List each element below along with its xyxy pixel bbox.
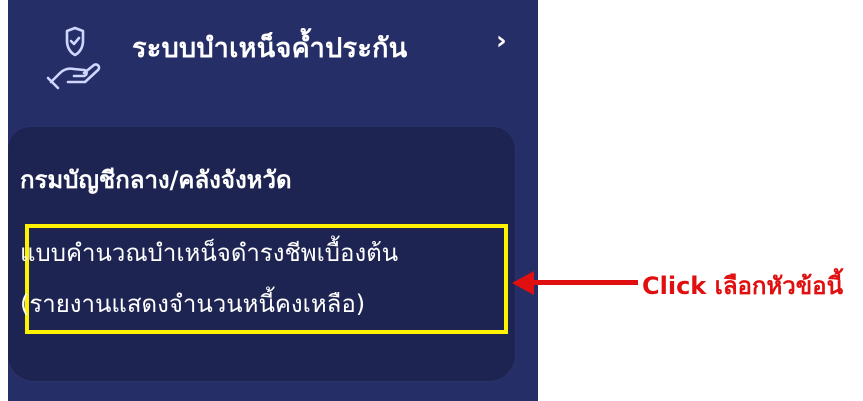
- menu-title: ระบบบำเหน็จค้ำประกัน: [132, 33, 408, 64]
- hand-shield-icon: [46, 26, 101, 90]
- annotation-text: Click เลือกหัวข้อนี้: [642, 272, 843, 300]
- screen: ระบบบำเหน็จค้ำประกัน › กรมบัญชีกลาง/คลัง…: [0, 0, 863, 401]
- chevron-right-icon[interactable]: ›: [496, 28, 507, 54]
- submenu-item-label-line1: แบบคำนวณบำเหน็จดำรงชีพเบื้องต้น: [20, 239, 399, 267]
- arrow-shaft: [532, 280, 638, 285]
- arrow-left-icon: [512, 271, 534, 295]
- submenu-item-label-line2: (รายงานแสดงจำนวนหนี้คงเหลือ): [20, 290, 366, 318]
- click-annotation: Click เลือกหัวข้อนี้: [512, 262, 861, 302]
- sidebar-menu-item-guarantee-pension[interactable]: ระบบบำเหน็จค้ำประกัน ›: [8, 0, 538, 112]
- submenu-heading: กรมบัญชีกลาง/คลังจังหวัด: [20, 166, 292, 194]
- sidebar: ระบบบำเหน็จค้ำประกัน › กรมบัญชีกลาง/คลัง…: [8, 0, 538, 401]
